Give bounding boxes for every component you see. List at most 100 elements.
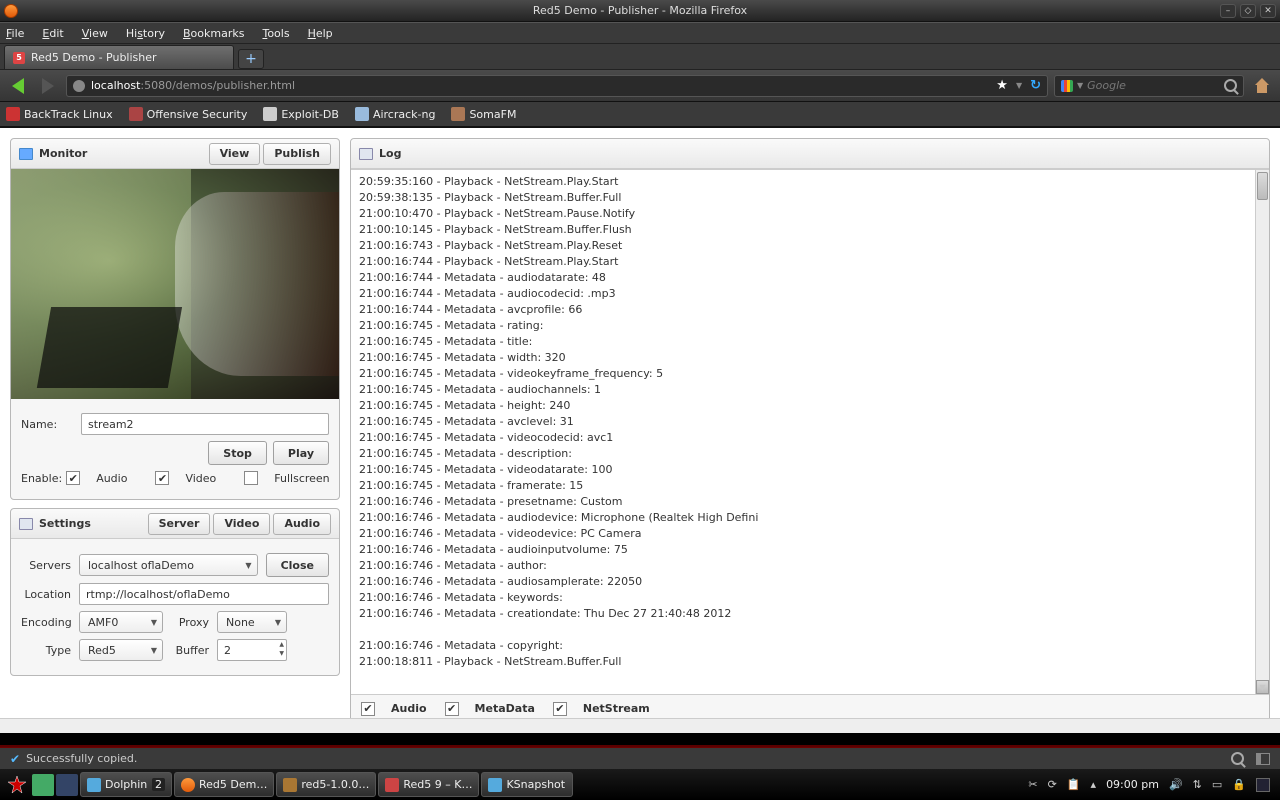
log-entry: 21:00:16:744 - Metadata - avcprofile: 66 — [359, 302, 1247, 318]
tray-lock-icon[interactable]: 🔒 — [1232, 778, 1246, 791]
log-entry: 21:00:16:744 - Metadata - audiocodecid: … — [359, 286, 1247, 302]
task-red59[interactable]: Red5 9 – K… — [378, 772, 479, 797]
page-content: Monitor View Publish Name: Stop Play — [0, 128, 1280, 733]
start-button[interactable] — [4, 772, 30, 798]
log-entry: 21:00:16:745 - Metadata - height: 240 — [359, 398, 1247, 414]
tab-audio[interactable]: Audio — [273, 513, 331, 535]
filter-netstream-checkbox[interactable]: ✔ — [553, 702, 567, 716]
log-entry: 21:00:16:745 - Metadata - width: 320 — [359, 350, 1247, 366]
bookmark-offensive[interactable]: Offensive Security — [129, 107, 248, 121]
monitor-panel: Monitor View Publish Name: Stop Play — [10, 138, 340, 500]
scrollbar-thumb[interactable] — [1257, 172, 1268, 200]
monitor-title: Monitor — [39, 147, 87, 160]
zoom-icon[interactable] — [1231, 752, 1244, 765]
reload-button[interactable]: ↻ — [1030, 78, 1041, 93]
menu-history[interactable]: History — [126, 27, 165, 40]
task-red5[interactable]: red5-1.0.0… — [276, 772, 376, 797]
type-select[interactable]: Red5 — [79, 639, 163, 661]
proxy-select[interactable]: None — [217, 611, 287, 633]
name-input[interactable] — [81, 413, 329, 435]
search-engine-dropdown[interactable]: ▼ — [1077, 81, 1083, 90]
menu-bookmarks[interactable]: Bookmarks — [183, 27, 244, 40]
proxy-label: Proxy — [171, 616, 209, 629]
servers-select[interactable]: localhost oflaDemo — [79, 554, 258, 576]
location-input[interactable] — [79, 583, 329, 605]
menu-file[interactable]: File — [6, 27, 24, 40]
menu-tools[interactable]: Tools — [262, 27, 289, 40]
tab-publish[interactable]: Publish — [263, 143, 331, 165]
log-icon — [359, 148, 373, 160]
menu-help[interactable]: Help — [308, 27, 333, 40]
search-box[interactable]: ▼ Google — [1054, 75, 1244, 97]
back-button[interactable] — [6, 74, 30, 98]
tray-battery-icon[interactable]: ▭ — [1212, 778, 1222, 791]
tray-volume-icon[interactable]: 🔊 — [1169, 778, 1183, 791]
location-label: Location — [21, 588, 71, 601]
tab-strip: 5 Red5 Demo - Publisher + — [0, 44, 1280, 70]
task-dolphin[interactable]: Dolphin2 — [80, 772, 172, 797]
system-tray: ✂ ⟳ 📋 ▴ 09:00 pm 🔊 ⇅ ▭ 🔒 — [1022, 778, 1276, 792]
log-entry: 21:00:16:745 - Metadata - description: — [359, 446, 1247, 462]
launcher-1[interactable] — [32, 774, 54, 796]
log-entry: 21:00:16:745 - Metadata - avclevel: 31 — [359, 414, 1247, 430]
log-entry: 21:00:10:145 - Playback - NetStream.Buff… — [359, 222, 1247, 238]
bookmark-exploitdb[interactable]: Exploit-DB — [263, 107, 339, 121]
log-entry: 21:00:16:746 - Metadata - author: — [359, 558, 1247, 574]
sidebar-toggle-icon[interactable] — [1256, 753, 1270, 765]
forward-button[interactable] — [36, 74, 60, 98]
log-entry: 21:00:16:746 - Metadata - audiosamplerat… — [359, 574, 1247, 590]
audio-checkbox[interactable]: ✔ — [66, 471, 80, 485]
tab-server[interactable]: Server — [148, 513, 211, 535]
buffer-input[interactable]: 2 — [217, 639, 287, 661]
menu-view[interactable]: View — [82, 27, 108, 40]
log-scrollbar[interactable]: ▼ — [1255, 170, 1269, 694]
launcher-2[interactable] — [56, 774, 78, 796]
bookmark-somafm[interactable]: SomaFM — [451, 107, 516, 121]
google-icon — [1061, 80, 1073, 92]
page-horizontal-scrollbar[interactable] — [0, 718, 1280, 733]
servers-label: Servers — [21, 559, 71, 572]
log-entry: 20:59:35:160 - Playback - NetStream.Play… — [359, 174, 1247, 190]
status-text: Successfully copied. — [26, 752, 137, 765]
minimize-button[interactable]: – — [1220, 4, 1236, 18]
monitor-icon — [19, 148, 33, 160]
task-firefox[interactable]: Red5 Dem… — [174, 772, 274, 797]
url-bar[interactable]: localhost:5080/demos/publisher.html ★ ▼ … — [66, 75, 1048, 97]
log-entry: 21:00:16:745 - Metadata - videokeyframe_… — [359, 366, 1247, 382]
settings-header: Settings Server Video Audio — [11, 509, 339, 539]
clock[interactable]: 09:00 pm — [1106, 778, 1159, 791]
encoding-select[interactable]: AMF0 — [79, 611, 163, 633]
scrollbar-down[interactable]: ▼ — [1256, 680, 1269, 694]
fullscreen-checkbox[interactable] — [244, 471, 258, 485]
bookmark-backtrack[interactable]: BackTrack Linux — [6, 107, 113, 121]
show-desktop-icon[interactable] — [1256, 778, 1270, 792]
stop-button[interactable]: Stop — [208, 441, 267, 465]
nav-toolbar: localhost:5080/demos/publisher.html ★ ▼ … — [0, 70, 1280, 102]
tray-klipper-icon[interactable]: 📋 — [1067, 778, 1081, 791]
tray-updates-icon[interactable]: ⟳ — [1048, 778, 1057, 791]
search-icon[interactable] — [1224, 79, 1237, 92]
task-ksnapshot[interactable]: KSnapshot — [481, 772, 573, 797]
tab-video[interactable]: Video — [213, 513, 270, 535]
tab-view[interactable]: View — [209, 143, 261, 165]
window-title: Red5 Demo - Publisher - Mozilla Firefox — [533, 4, 747, 17]
menu-edit[interactable]: Edit — [42, 27, 63, 40]
video-checkbox[interactable]: ✔ — [155, 471, 169, 485]
url-dropdown-icon[interactable]: ▼ — [1016, 81, 1022, 90]
log-entry: 21:00:16:746 - Metadata - presetname: Cu… — [359, 494, 1247, 510]
new-tab-button[interactable]: + — [238, 49, 264, 69]
bookmark-aircrack[interactable]: Aircrack-ng — [355, 107, 436, 121]
tray-expand-icon[interactable]: ▴ — [1091, 778, 1097, 791]
browser-tab[interactable]: 5 Red5 Demo - Publisher — [4, 45, 234, 69]
play-button[interactable]: Play — [273, 441, 329, 465]
home-button[interactable] — [1250, 74, 1274, 98]
filter-metadata-checkbox[interactable]: ✔ — [445, 702, 459, 716]
bookmark-star-icon[interactable]: ★ — [996, 78, 1008, 93]
close-window-button[interactable]: ✕ — [1260, 4, 1276, 18]
system-taskbar: Dolphin2 Red5 Dem… red5-1.0.0… Red5 9 – … — [0, 769, 1280, 800]
filter-audio-checkbox[interactable]: ✔ — [361, 702, 375, 716]
maximize-button[interactable]: ◇ — [1240, 4, 1256, 18]
tray-network-icon[interactable]: ⇅ — [1193, 778, 1202, 791]
close-button[interactable]: Close — [266, 553, 329, 577]
tray-scissors-icon[interactable]: ✂ — [1028, 778, 1037, 791]
